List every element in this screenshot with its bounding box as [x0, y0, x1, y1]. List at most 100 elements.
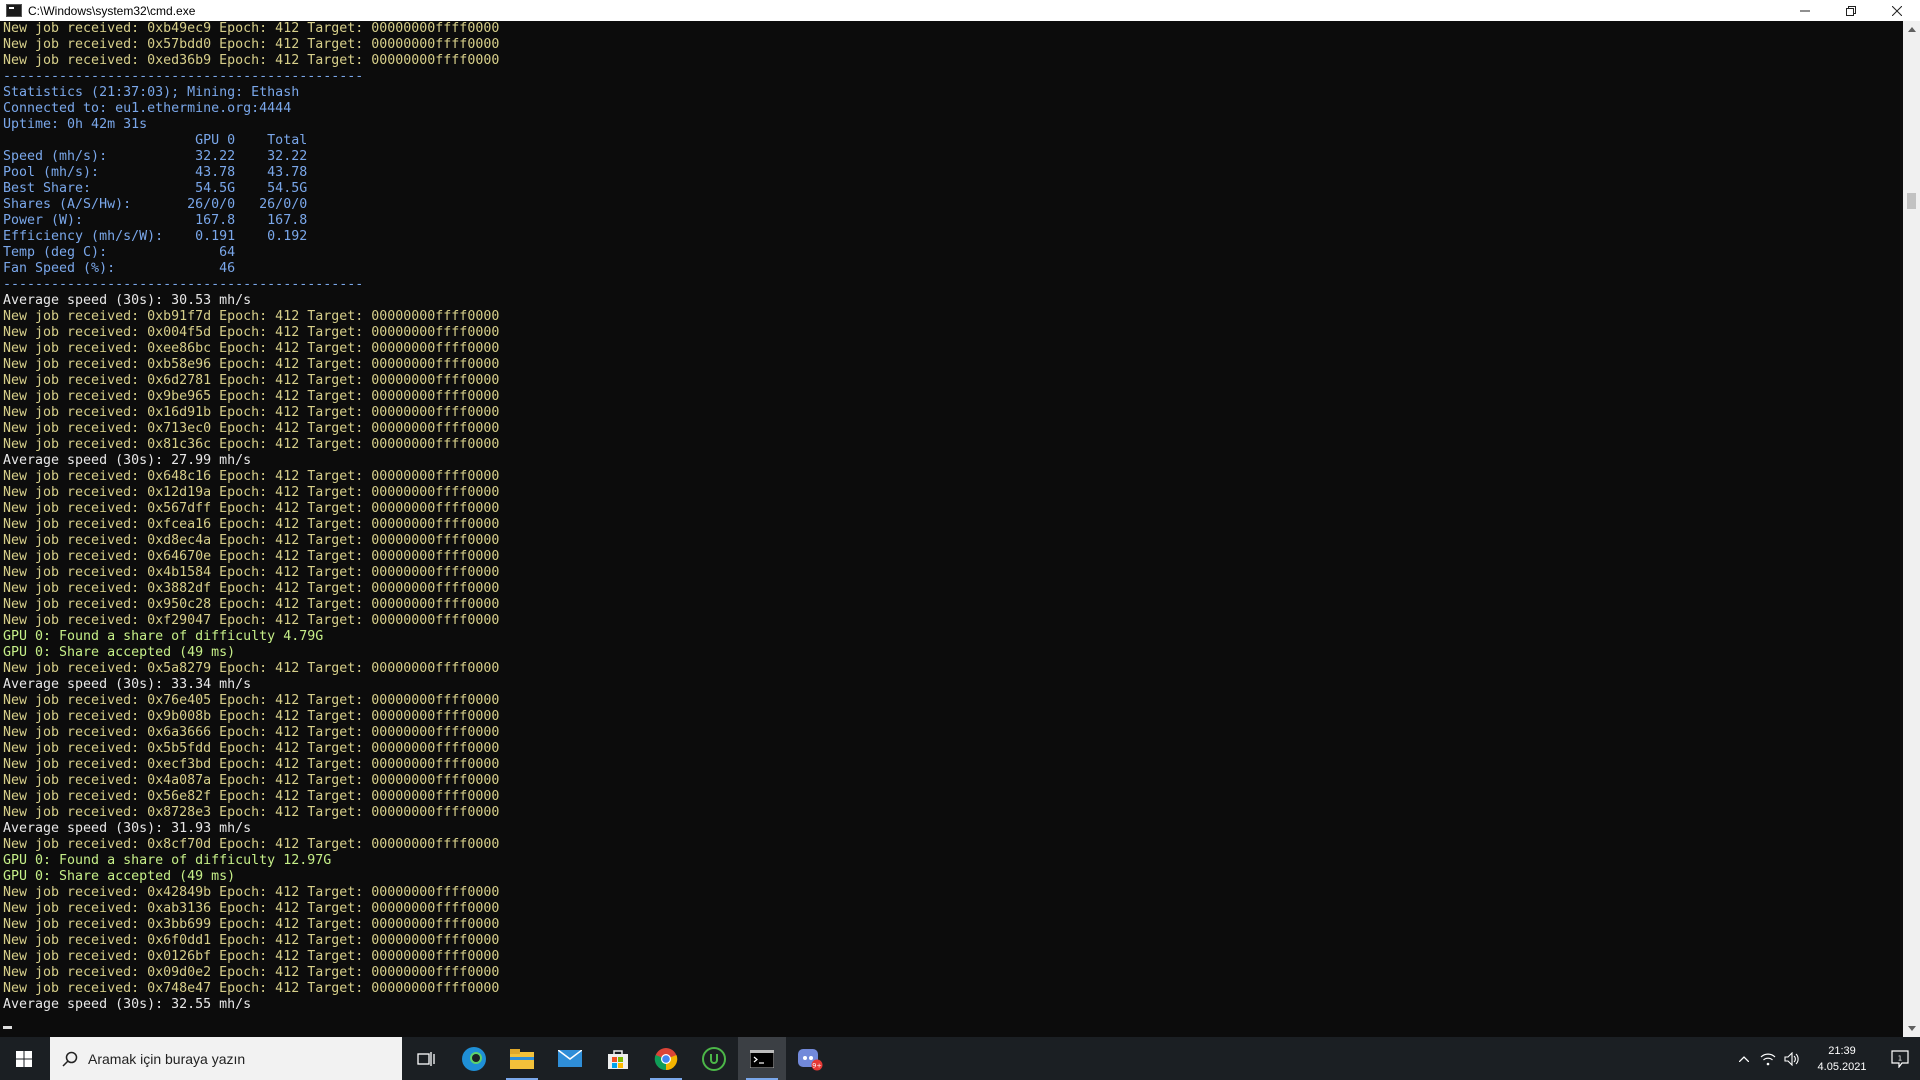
edge-browser-button[interactable] — [450, 1037, 498, 1080]
minimize-button[interactable] — [1782, 0, 1828, 21]
console-line: New job received: 0x3bb699 Epoch: 412 Ta… — [3, 917, 500, 932]
chrome-icon — [654, 1047, 678, 1070]
console-line: GPU 0: Share accepted (49 ms) — [3, 645, 236, 660]
console-output[interactable]: New job received: 0xb49ec9 Epoch: 412 Ta… — [0, 21, 1903, 1037]
console-line: New job received: 0x6a3666 Epoch: 412 Ta… — [3, 725, 500, 740]
console-line: New job received: 0xd8ec4a Epoch: 412 Ta… — [3, 533, 500, 548]
start-button[interactable] — [0, 1037, 48, 1080]
close-icon — [1892, 5, 1902, 16]
windows-start-icon — [16, 1050, 32, 1067]
console-line: Uptime: 0h 42m 31s — [3, 117, 148, 132]
taskbar: Aramak için buraya yazın 9+ 21:39 4.05.2… — [0, 1037, 1920, 1080]
scroll-down-arrow-icon — [1907, 1026, 1916, 1031]
console-line: New job received: 0x5b5fdd Epoch: 412 Ta… — [3, 741, 500, 756]
action-center-button[interactable]: 1 — [1880, 1037, 1920, 1080]
console-line: New job received: 0x713ec0 Epoch: 412 Ta… — [3, 421, 500, 436]
console-line: Speed (mh/s): 32.22 32.22 — [3, 149, 308, 164]
console-line: Best Share: 54.5G 54.5G — [3, 181, 308, 196]
console-line: New job received: 0xfcea16 Epoch: 412 Ta… — [3, 517, 500, 532]
minimize-icon — [1800, 10, 1810, 11]
network-button[interactable] — [1756, 1037, 1780, 1080]
console-line: Statistics (21:37:03); Mining: Ethash — [3, 85, 300, 100]
task-view-icon — [417, 1051, 435, 1066]
console-line: New job received: 0x950c28 Epoch: 412 Ta… — [3, 597, 500, 612]
mail-button[interactable] — [546, 1037, 594, 1080]
edge-browser-icon — [462, 1046, 486, 1071]
console-line: New job received: 0xf29047 Epoch: 412 Ta… — [3, 613, 500, 628]
console-line: New job received: 0x4a087a Epoch: 412 Ta… — [3, 773, 500, 788]
system-tray: 21:39 4.05.2021 1 — [1732, 1037, 1920, 1080]
console-line: GPU 0: Share accepted (49 ms) — [3, 869, 236, 884]
console-line: New job received: 0x9b008b Epoch: 412 Ta… — [3, 709, 500, 724]
close-button[interactable] — [1874, 0, 1920, 21]
console-line: New job received: 0x3882df Epoch: 412 Ta… — [3, 581, 500, 596]
discord-icon: 9+ — [798, 1048, 823, 1070]
console-line: New job received: 0x16d91b Epoch: 412 Ta… — [3, 405, 500, 420]
console-line: GPU 0: Found a share of difficulty 12.97… — [3, 853, 332, 868]
console-line: Fan Speed (%): 46 — [3, 261, 236, 276]
console-line: Average speed (30s): 31.93 mh/s — [3, 821, 252, 836]
console-line: New job received: 0x8728e3 Epoch: 412 Ta… — [3, 805, 500, 820]
console-lines: New job received: 0xb49ec9 Epoch: 412 Ta… — [0, 21, 1903, 1013]
chrome-button[interactable] — [642, 1037, 690, 1080]
console-line: ----------------------------------------… — [3, 69, 364, 84]
taskbar-clock[interactable]: 21:39 4.05.2021 — [1804, 1043, 1880, 1075]
console-line: New job received: 0x09d0e2 Epoch: 412 Ta… — [3, 965, 500, 980]
console-line: New job received: 0x6d2781 Epoch: 412 Ta… — [3, 373, 500, 388]
console-line: Efficiency (mh/s/W): 0.191 0.192 — [3, 229, 308, 244]
notification-icon: 1 — [1891, 1049, 1909, 1068]
console-line: New job received: 0x56e82f Epoch: 412 Ta… — [3, 789, 500, 804]
console-line: New job received: 0x76e405 Epoch: 412 Ta… — [3, 693, 500, 708]
console-line: New job received: 0x5a8279 Epoch: 412 Ta… — [3, 661, 500, 676]
restore-icon — [1846, 5, 1856, 16]
file-explorer-button[interactable] — [498, 1037, 546, 1080]
volume-button[interactable] — [1780, 1037, 1804, 1080]
scroll-down-button[interactable] — [1903, 1020, 1920, 1037]
vertical-scrollbar[interactable] — [1903, 21, 1920, 1037]
console-line: New job received: 0xee86bc Epoch: 412 Ta… — [3, 341, 500, 356]
console-line: New job received: 0xb49ec9 Epoch: 412 Ta… — [3, 21, 500, 36]
scroll-up-arrow-icon — [1907, 27, 1916, 32]
console-line: Power (W): 167.8 167.8 — [3, 213, 308, 228]
console-line: New job received: 0x42849b Epoch: 412 Ta… — [3, 885, 500, 900]
console-line: New job received: 0x748e47 Epoch: 412 Ta… — [3, 981, 500, 996]
console-line: Pool (mh/s): 43.78 43.78 — [3, 165, 308, 180]
console-line: New job received: 0xed36b9 Epoch: 412 Ta… — [3, 53, 500, 68]
console-line: New job received: 0x6f0dd1 Epoch: 412 Ta… — [3, 933, 500, 948]
task-view-button[interactable] — [402, 1037, 450, 1080]
window-title-bar[interactable]: C:\Windows\system32\cmd.exe — [0, 0, 1920, 21]
store-button[interactable] — [594, 1037, 642, 1080]
console-line: Shares (A/S/Hw): 26/0/0 26/0/0 — [3, 197, 308, 212]
svg-text:1: 1 — [1898, 1054, 1902, 1062]
wifi-icon — [1760, 1053, 1776, 1065]
mail-icon — [558, 1050, 582, 1067]
console-line: New job received: 0xb91f7d Epoch: 412 Ta… — [3, 309, 500, 324]
console-line: New job received: 0x648c16 Epoch: 412 Ta… — [3, 469, 500, 484]
console-line: GPU 0 Total — [3, 133, 308, 148]
scroll-up-button[interactable] — [1903, 21, 1920, 38]
cmd-app-icon — [6, 4, 22, 17]
file-explorer-icon — [510, 1048, 534, 1069]
console-line: New job received: 0x004f5d Epoch: 412 Ta… — [3, 325, 500, 340]
console-line: New job received: 0x9be965 Epoch: 412 Ta… — [3, 389, 500, 404]
search-icon — [62, 1051, 78, 1067]
console-line: Temp (deg C): 64 — [3, 245, 236, 260]
taskbar-search-box[interactable]: Aramak için buraya yazın — [50, 1037, 402, 1080]
cmd-taskbar-button[interactable] — [738, 1037, 786, 1080]
scrollbar-thumb[interactable] — [1907, 193, 1916, 209]
console-line: Average speed (30s): 32.55 mh/s — [3, 997, 252, 1012]
console-line: New job received: 0x12d19a Epoch: 412 Ta… — [3, 485, 500, 500]
utorrent-button[interactable] — [690, 1037, 738, 1080]
show-hidden-icons-button[interactable] — [1732, 1037, 1756, 1080]
discord-button[interactable]: 9+ — [786, 1037, 834, 1080]
console-line: New job received: 0x567dff Epoch: 412 Ta… — [3, 501, 500, 516]
console-line: Average speed (30s): 30.53 mh/s — [3, 293, 252, 308]
console-line: New job received: 0x57bdd0 Epoch: 412 Ta… — [3, 37, 500, 52]
console-line: New job received: 0x4b1584 Epoch: 412 Ta… — [3, 565, 500, 580]
clock-date: 4.05.2021 — [1817, 1060, 1867, 1073]
speaker-icon — [1784, 1051, 1799, 1066]
console-line: Average speed (30s): 33.34 mh/s — [3, 677, 252, 692]
cmd-terminal-icon — [750, 1049, 774, 1068]
text-cursor — [3, 1026, 12, 1029]
restore-button[interactable] — [1828, 0, 1874, 21]
